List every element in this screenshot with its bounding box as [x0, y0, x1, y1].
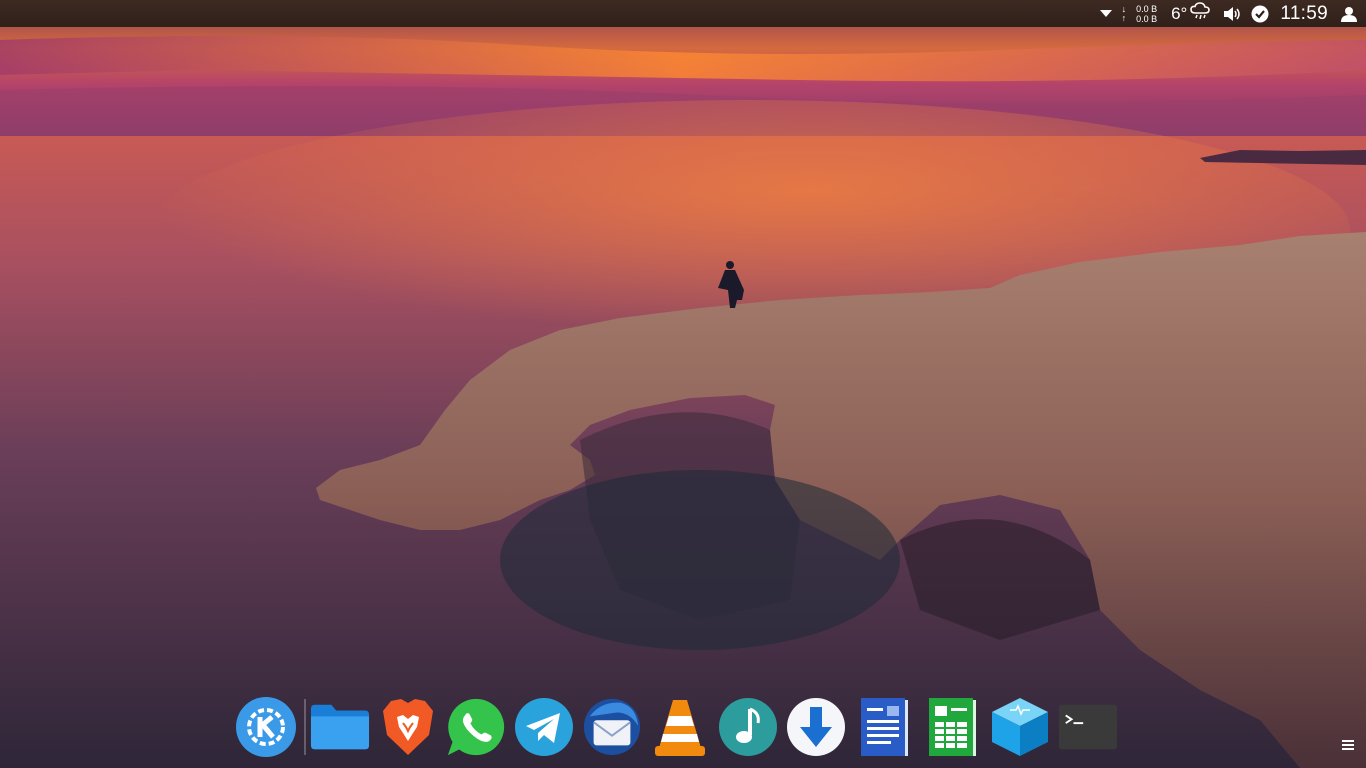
kde-icon [236, 697, 296, 757]
dock-app-brave[interactable] [378, 695, 438, 759]
dock-app-music[interactable] [718, 695, 778, 759]
updates-check-icon[interactable] [1250, 0, 1270, 27]
upload-speed: 0.0 B [1136, 13, 1158, 24]
thunderbird-icon [583, 698, 641, 756]
download-speed: 0.0 B [1136, 3, 1158, 14]
vlc-cone-icon [655, 700, 705, 756]
hamburger-menu-icon[interactable] [1336, 733, 1360, 757]
dock-app-thunderbird[interactable] [582, 695, 642, 759]
folder-icon [310, 704, 370, 750]
spreadsheet-icon [929, 698, 976, 756]
dock-separator [304, 699, 306, 755]
music-note-icon [719, 698, 777, 756]
dock-app-writer[interactable] [854, 695, 914, 759]
dock-app-kde-launcher[interactable] [236, 695, 296, 759]
dock-app-calc[interactable] [922, 695, 982, 759]
clock[interactable]: 11:59 [1280, 3, 1328, 25]
dock-app-virtual-box[interactable] [990, 695, 1050, 759]
whatsapp-icon [447, 698, 505, 756]
dock-app-terminal[interactable] [1058, 695, 1118, 759]
dock-app-whatsapp[interactable] [446, 695, 506, 759]
dock-app-telegram[interactable] [514, 695, 574, 759]
cloud-rain-icon [1190, 2, 1211, 25]
upload-arrow-icon: ↑ [1121, 12, 1127, 23]
download-arrow-icon [787, 698, 845, 756]
desktop-wallpaper [0, 0, 1366, 768]
dock-app-vlc[interactable] [650, 695, 710, 759]
network-speed-widget[interactable]: ↓ ↑ 0.0 B 0.0 B [1122, 4, 1158, 24]
dock [236, 692, 1132, 762]
weather-widget[interactable]: 6° [1171, 2, 1211, 25]
weather-temperature: 6° [1171, 3, 1188, 23]
volume-icon[interactable] [1222, 0, 1242, 27]
terminal-icon [1058, 704, 1118, 750]
user-icon[interactable] [1340, 0, 1358, 27]
document-icon [861, 698, 908, 756]
dock-app-downloader[interactable] [786, 695, 846, 759]
top-panel: ↓ ↑ 0.0 B 0.0 B 6° 11:59 [0, 0, 1366, 27]
cube-icon [992, 698, 1048, 756]
dock-app-files[interactable] [310, 695, 370, 759]
brave-lion-icon [383, 699, 433, 755]
tray-expander-icon[interactable] [1098, 0, 1114, 27]
telegram-icon [515, 698, 573, 756]
